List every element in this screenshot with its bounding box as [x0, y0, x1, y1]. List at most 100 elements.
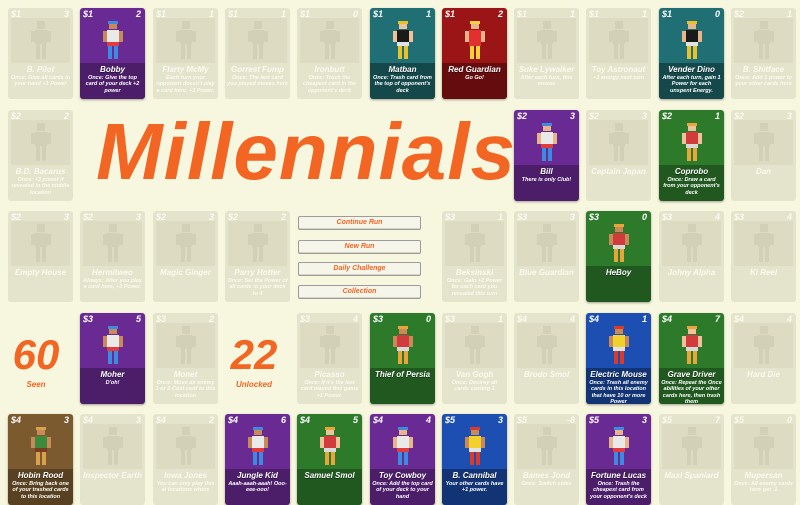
card-portrait: [445, 221, 504, 266]
pixel-character-icon: [30, 427, 51, 467]
pixel-character-icon: [30, 224, 51, 264]
card-ironbutt[interactable]: $1 0 Ironbutt Once: Trash the cheapest card…: [297, 8, 362, 99]
card-empty-house[interactable]: $2 3 Empty House: [8, 211, 73, 302]
pixel-character-icon: [319, 21, 340, 61]
card-picasso[interactable]: $3 4 Picasso Once: If it's the last card pl…: [297, 313, 362, 404]
card-portrait: [445, 18, 504, 63]
card-portrait: [373, 18, 432, 63]
pixel-character-icon: [175, 21, 196, 61]
pixel-character-icon: [175, 427, 196, 467]
pixel-character-icon: [681, 21, 702, 61]
card-description: Once: Switch sides: [521, 481, 572, 487]
card-jungle-kid[interactable]: $4 6 Jungle Kid Aaah-aaah-aaah! Ooo-eee-ooo…: [225, 414, 290, 505]
card-mupersan[interactable]: $5 0 Mupersan Once: All enemy cards here ge…: [731, 414, 796, 505]
card-description: Your other cards have +1 power.: [445, 481, 504, 494]
card-monet[interactable]: $3 2 Monet Once: Move an enemy 1 or 2-Cost …: [153, 313, 218, 404]
pixel-character-icon: [175, 224, 196, 264]
pixel-character-icon: [681, 427, 702, 467]
card-name: Johny Alpha: [667, 268, 716, 277]
card-portrait: [300, 424, 359, 469]
card-thief-of-persia[interactable]: $3 0 Thief of Persia: [370, 313, 435, 404]
pixel-character-icon: [102, 427, 123, 467]
card-portrait: [83, 221, 142, 266]
pixel-character-icon: [102, 224, 123, 264]
card-name: Flarty McMy: [162, 65, 209, 74]
card-iowa-jones[interactable]: $4 2 Iowa Jones You can only play this at l…: [153, 414, 218, 505]
card-inspector-earth[interactable]: $4 3 Inspector Earth: [80, 414, 145, 505]
card-name: Picasso: [314, 370, 345, 379]
card-matban[interactable]: $1 1 Matban Once: Trash card from the top o…: [370, 8, 435, 99]
card-grave-driver[interactable]: $4 7 Grave Driver Once: Repeat the Once abi…: [659, 313, 724, 404]
card-description: Once: Add the top card of your deck to y…: [372, 481, 433, 500]
card-name: Bobby: [100, 65, 125, 74]
pixel-character-icon: [464, 427, 485, 467]
card-b-d-bacarus[interactable]: $2 2 B.D. Bacarus Once: +3 power if reveale…: [8, 110, 73, 201]
card-heboy[interactable]: $3 0 HeBoy: [586, 211, 651, 302]
card-b-shitface[interactable]: $2 1 B. Shitface Once: Add 1 power to your …: [731, 8, 796, 99]
collection-button[interactable]: Collection: [298, 285, 421, 299]
card-name: Iowa Jones: [163, 471, 208, 480]
pixel-character-icon: [247, 224, 268, 264]
card-description: Once: Bring back one of your trashed car…: [12, 481, 69, 500]
card-bobby[interactable]: $1 2 Bobby Once: Give the top card of your …: [80, 8, 145, 99]
card-suke-lywalker[interactable]: $1 1 Suke Lywalker After each turn, this mo…: [514, 8, 579, 99]
card-hobin-rood[interactable]: $4 3 Hobin Rood Once: Bring back one of you…: [8, 414, 73, 505]
card-brodo-smol[interactable]: $4 4 Brodo Smol: [514, 313, 579, 404]
card-description: Always: After you play a card here, +3 P…: [83, 278, 142, 291]
card-name: Dan: [755, 167, 772, 176]
card-beksinski[interactable]: $3 1 Beksinski Once: Gain +2 Power for each…: [442, 211, 507, 302]
card-portrait: [300, 18, 359, 63]
card-description: D'oh!: [105, 380, 120, 386]
card-description: Once: Destroy all cards costing 1: [451, 380, 498, 393]
new-run-button[interactable]: New Run: [298, 240, 421, 254]
card-van-gogh[interactable]: $3 1 Van Gogh Once: Destroy all cards costi…: [442, 313, 507, 404]
card-blue-guardian[interactable]: $3 3 Blue Guardian: [514, 211, 579, 302]
card-name: Empty House: [14, 268, 67, 277]
card-maxi-spaniard[interactable]: $5 7 Maxi Spaniard: [659, 414, 724, 505]
card-portrait: [517, 424, 576, 469]
card-vender-dino[interactable]: $1 0 Vender Dino After each turn, gain 1 Po…: [659, 8, 724, 99]
card-samuel-smol[interactable]: $4 5 Samuel Smol: [297, 414, 362, 505]
card-toy-astronaut[interactable]: $1 1 Toy Astronaut +3 energy next turn: [586, 8, 651, 99]
card-portrait: [589, 424, 648, 469]
continue-run-button[interactable]: Continue Run: [298, 216, 421, 230]
card-bill[interactable]: $2 3 Bill There is only Club!: [514, 110, 579, 201]
card-name: Fortune Lucas: [590, 471, 647, 480]
card-hermitweo[interactable]: $2 3 Hermitweo Always: After you play a car…: [80, 211, 145, 302]
card-parry-hotter[interactable]: $2 2 Parry Hotter Once: Set the Power of al…: [225, 211, 290, 302]
card-b-cannibal[interactable]: $5 3 B. Cannibal Your other cards have +1 p…: [442, 414, 507, 505]
card-magic-ginger[interactable]: $2 3 Magic Ginger: [153, 211, 218, 302]
card-johny-alpha[interactable]: $3 4 Johny Alpha: [659, 211, 724, 302]
card-red-guardian[interactable]: $1 2 Red Guardian Go Go!: [442, 8, 507, 99]
card-coprobo[interactable]: $2 1 Coprobo Once: Draw a card from your op…: [659, 110, 724, 201]
card-moher[interactable]: $3 5 Moher D'oh!: [80, 313, 145, 404]
pixel-character-icon: [392, 326, 413, 366]
card-electric-mouse[interactable]: $4 1 Electric Mouse Once: Trash all enemy c…: [586, 313, 651, 404]
pixel-character-icon: [319, 326, 340, 366]
card-description: Once: Trash the cheapest card from your …: [590, 481, 647, 500]
card-captain-japan[interactable]: $2 3 Captain Japan: [586, 110, 651, 201]
card-dan[interactable]: $2 3 Dan: [731, 110, 796, 201]
card-ki-reel[interactable]: $3 4 Ki Reel: [731, 211, 796, 302]
card-portrait: [589, 323, 648, 368]
daily-challenge-button[interactable]: Daily Challenge: [298, 262, 421, 276]
card-gorrest-fump[interactable]: $1 1 Gorrest Fump Once: The last card you p…: [225, 8, 290, 99]
card-description: Once: All enemy cards here get -1: [733, 481, 794, 494]
card-hard-die[interactable]: $4 4 Hard Die: [731, 313, 796, 404]
card-portrait: [662, 323, 721, 368]
card-fortune-lucas[interactable]: $5 3 Fortune Lucas Once: Trash the cheapest…: [586, 414, 651, 505]
card-portrait: [156, 221, 215, 266]
game-title: Millennials: [96, 107, 516, 196]
card-flarty-mcmy[interactable]: $1 1 Flarty McMy Each turn your opponent do…: [153, 8, 218, 99]
card-portrait: [734, 221, 793, 266]
card-b-pilot[interactable]: $1 3 B. Pilot Once: Give all cards in your …: [8, 8, 73, 99]
pixel-character-icon: [319, 427, 340, 467]
card-portrait: [517, 120, 576, 165]
card-name: Blue Guardian: [519, 268, 574, 277]
card-description: Once: The last card you played moves her…: [227, 75, 288, 88]
pixel-character-icon: [608, 123, 629, 163]
card-toy-cowboy[interactable]: $4 4 Toy Cowboy Once: Add the top card of y…: [370, 414, 435, 505]
card-name: Ki Reel: [749, 268, 778, 277]
pixel-character-icon: [536, 123, 557, 163]
card-bames-jond[interactable]: $5 -8 Bames Jond Once: Switch sides: [514, 414, 579, 505]
